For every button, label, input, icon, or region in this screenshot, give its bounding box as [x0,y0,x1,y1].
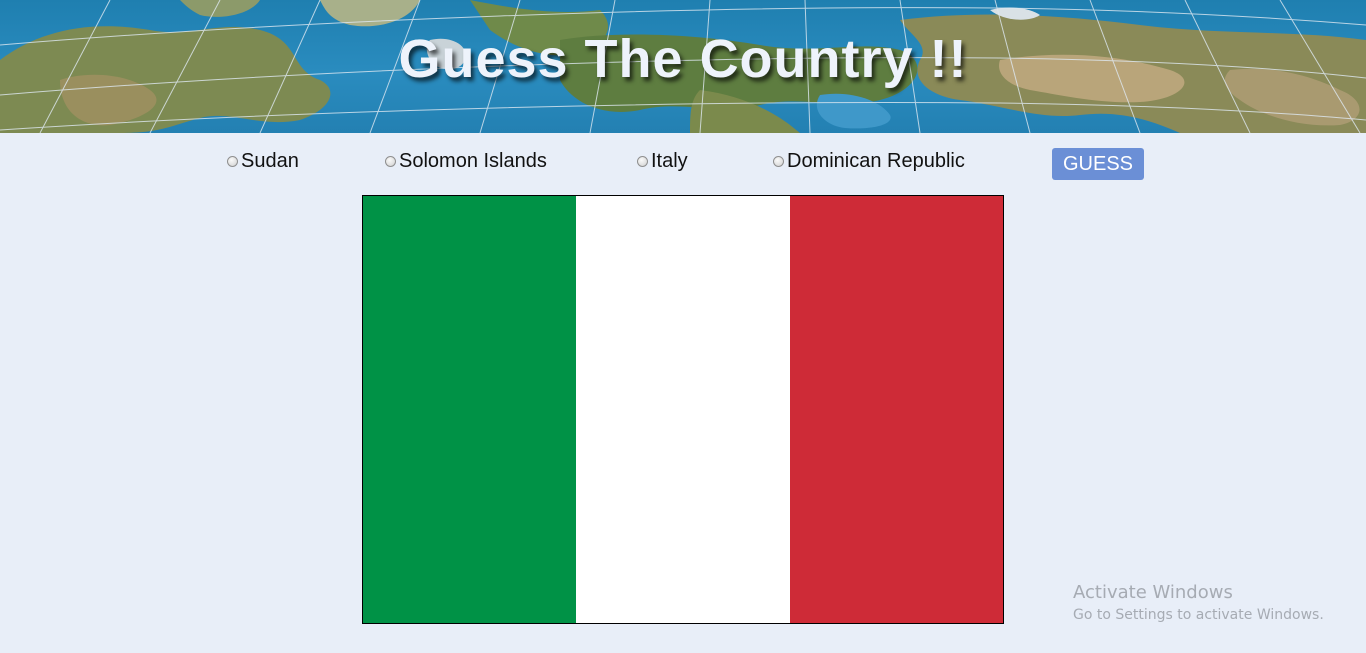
windows-activation-watermark: Activate Windows Go to Settings to activ… [1073,582,1324,626]
radio-button[interactable] [637,155,648,167]
flag-band-left [363,196,577,623]
watermark-title: Activate Windows [1073,582,1233,603]
header-banner: Guess The Country !! [0,0,1366,133]
option-label: Solomon Islands [399,149,547,172]
radio-button[interactable] [227,155,238,167]
option-solomon-islands[interactable]: Solomon Islands [385,148,547,174]
option-label: Italy [651,149,688,172]
flag-image [362,195,1004,624]
option-dominican-republic[interactable]: Dominican Republic [773,148,965,174]
flag-band-middle [576,196,790,623]
guess-button[interactable]: GUESS [1052,148,1144,180]
option-label: Dominican Republic [787,149,965,172]
radio-button[interactable] [385,155,396,167]
radio-button[interactable] [773,155,784,167]
option-italy[interactable]: Italy [637,148,688,174]
flag-band-right [789,196,1003,623]
option-sudan[interactable]: Sudan [227,148,299,174]
option-label: Sudan [241,149,299,172]
answer-options: Sudan Solomon Islands Italy Dominican Re… [0,148,1366,180]
page-title: Guess The Country !! [398,29,968,89]
watermark-subtitle: Go to Settings to activate Windows. [1073,607,1324,623]
